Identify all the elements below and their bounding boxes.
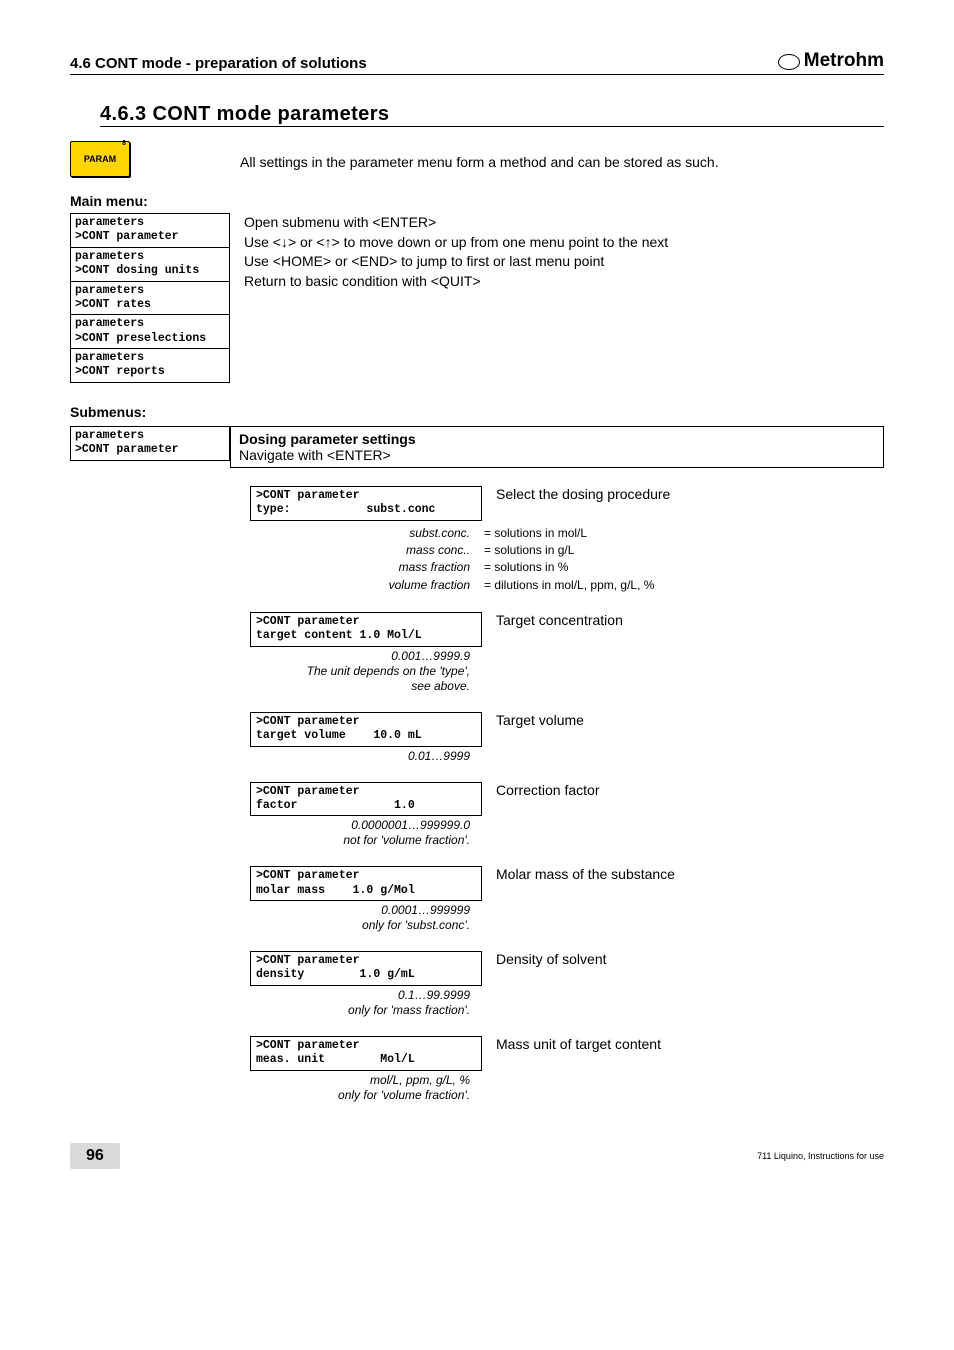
param-display: >CONT parameterdensity 1.0 g/mL <box>250 951 482 986</box>
menu-item: parameters >CONT dosing units <box>70 247 230 282</box>
menu-line: >CONT dosing units <box>75 264 225 278</box>
param-description: Mass unit of target content <box>482 1036 884 1052</box>
param-head: >CONT parameter <box>256 869 476 883</box>
param-value-row: type: subst.conc <box>256 503 476 517</box>
menu-line: >CONT parameter <box>75 443 225 457</box>
menu-line: parameters <box>75 250 225 264</box>
param-display: >CONT parametermolar mass 1.0 g/Mol <box>250 866 482 901</box>
param-description: Target concentration <box>482 612 884 628</box>
footer-note: 711 Liquino, Instructions for use <box>757 1151 884 1161</box>
param-head: >CONT parameter <box>256 489 476 503</box>
param-description: Density of solvent <box>482 951 884 967</box>
param-value-row: factor 1.0 <box>256 799 476 813</box>
menu-item: parameters >CONT rates <box>70 281 230 316</box>
param-note: 0.1…99.9999only for 'mass fraction'. <box>250 986 475 1018</box>
menu-line: >CONT parameter <box>75 230 225 244</box>
menu-line: parameters <box>75 351 225 365</box>
param-display: >CONT parametertarget content 1.0 Mol/L <box>250 612 482 647</box>
param-head: >CONT parameter <box>256 1039 476 1053</box>
arrow-up-icon: ↑ <box>325 234 332 250</box>
param-description: Select the dosing procedure <box>482 486 884 502</box>
param-display: >CONT parametermeas. unit Mol/L <box>250 1036 482 1071</box>
param-description: Target volume <box>482 712 884 728</box>
submenu-box: parameters >CONT parameter <box>70 426 230 461</box>
submenu-description: Dosing parameter settings Navigate with … <box>230 426 884 468</box>
page-footer: 96 711 Liquino, Instructions for use <box>70 1143 884 1169</box>
param-description: Molar mass of the substance <box>482 866 884 882</box>
option-labels: subst.conc.mass conc..mass fractionvolum… <box>250 525 476 595</box>
param-note: 0.001…9999.9The unit depends on the 'typ… <box>250 647 475 694</box>
param-description: Correction factor <box>482 782 884 798</box>
param-block: >CONT parametertype: subst.concSelect th… <box>250 486 884 594</box>
brand-name: Metrohm <box>804 50 884 72</box>
param-head: >CONT parameter <box>256 715 476 729</box>
param-note: 0.0000001…999999.0not for 'volume fracti… <box>250 816 475 848</box>
param-display: >CONT parametertype: subst.conc <box>250 486 482 521</box>
param-display: >CONT parametertarget volume 10.0 mL <box>250 712 482 747</box>
menu-item: parameters >CONT parameter <box>70 213 230 248</box>
param-head: >CONT parameter <box>256 954 476 968</box>
param-note: 0.01…9999 <box>250 747 475 764</box>
param-key-label: PARAM <box>84 154 116 164</box>
intro-text: All settings in the parameter menu form … <box>240 153 884 172</box>
page-header: 4.6 CONT mode - preparation of solutions… <box>70 50 884 75</box>
menu-line: >CONT rates <box>75 298 225 312</box>
instruction-line: Use <↓> or <↑> to move down or up from o… <box>244 233 884 253</box>
param-value-row: target content 1.0 Mol/L <box>256 629 476 643</box>
section-title: 4.6.3 CONT mode parameters <box>100 103 884 127</box>
page-number: 96 <box>70 1143 120 1169</box>
param-block: >CONT parameterfactor 1.0Correction fact… <box>250 782 884 849</box>
param-block: >CONT parametermolar mass 1.0 g/MolMolar… <box>250 866 884 933</box>
param-value-row: target volume 10.0 mL <box>256 729 476 743</box>
param-value-row: meas. unit Mol/L <box>256 1053 476 1067</box>
header-section: 4.6 CONT mode - preparation of solutions <box>70 55 367 72</box>
param-block: >CONT parameterdensity 1.0 g/mLDensity o… <box>250 951 884 1018</box>
menu-line: parameters <box>75 216 225 230</box>
param-head: >CONT parameter <box>256 785 476 799</box>
param-block: >CONT parametertarget content 1.0 Mol/LT… <box>250 612 884 694</box>
param-display: >CONT parameterfactor 1.0 <box>250 782 482 817</box>
instruction-line: Return to basic condition with <QUIT> <box>244 272 884 292</box>
menu-item: parameters >CONT reports <box>70 348 230 383</box>
param-value-row: density 1.0 g/mL <box>256 968 476 982</box>
menu-line: parameters <box>75 429 225 443</box>
brand-logo: Metrohm <box>778 50 884 72</box>
main-menu-column: parameters >CONT parameter parameters >C… <box>70 213 230 382</box>
main-menu-heading: Main menu: <box>70 193 884 209</box>
option-values: = solutions in mol/L= solutions in g/L= … <box>476 525 884 595</box>
instruction-line: Open submenu with <ENTER> <box>244 213 884 233</box>
menu-line: >CONT reports <box>75 365 225 379</box>
param-keycap-icon: PARAM <box>70 141 130 177</box>
submenu-nav: Navigate with <ENTER> <box>239 447 875 463</box>
param-value-row: molar mass 1.0 g/Mol <box>256 884 476 898</box>
param-block: >CONT parametertarget volume 10.0 mLTarg… <box>250 712 884 764</box>
param-block: >CONT parametermeas. unit Mol/LMass unit… <box>250 1036 884 1103</box>
brand-logo-icon <box>778 54 800 70</box>
submenu-title: Dosing parameter settings <box>239 431 875 447</box>
menu-item: parameters >CONT preselections <box>70 314 230 349</box>
param-note: mol/L, ppm, g/L, %only for 'volume fract… <box>250 1071 475 1103</box>
menu-line: parameters <box>75 284 225 298</box>
param-note: 0.0001…999999only for 'subst.conc'. <box>250 901 475 933</box>
menu-line: parameters <box>75 317 225 331</box>
main-menu-instructions: Open submenu with <ENTER> Use <↓> or <↑>… <box>230 213 884 382</box>
arrow-down-icon: ↓ <box>281 234 288 250</box>
menu-line: >CONT preselections <box>75 332 225 346</box>
instruction-line: Use <HOME> or <END> to jump to first or … <box>244 252 884 272</box>
submenus-heading: Submenus: <box>70 404 884 420</box>
param-head: >CONT parameter <box>256 615 476 629</box>
